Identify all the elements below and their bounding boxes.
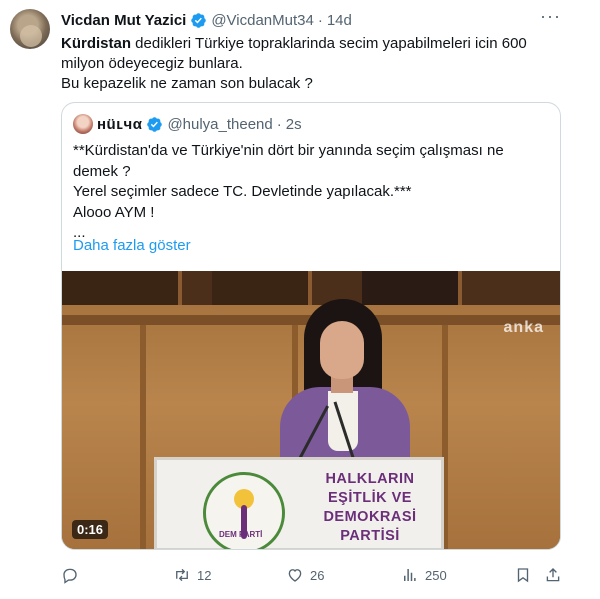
tweet-text: Kürdistan dedikleri Türkiye topraklarind… [61,34,561,94]
tweet-line-1: dedikleri Türkiye topraklarinda secim ya… [131,35,527,52]
share-icon [546,568,560,582]
tweet-bold-word[interactable]: Kürdistan [61,35,131,52]
heart-icon [288,569,302,582]
author-handle[interactable]: @VicdanMut34 [211,12,314,29]
retweet-icon [176,568,188,582]
quoted-avatar [73,114,93,134]
quoted-time: 2s [285,115,302,133]
show-more-link[interactable]: Daha fazla göster [73,237,191,254]
podium: DEM PARTİ HALKLARIN EŞİTLİK VE DEMOKRASİ… [154,457,444,549]
bookmark-icon [517,568,529,583]
wall-panel [62,271,182,305]
more-options-icon[interactable]: ··· [540,7,560,28]
retweet-count: 12 [197,567,212,583]
reply-button[interactable] [61,565,85,585]
author-avatar[interactable] [10,9,50,49]
tweet[interactable]: Vicdan Mut Yazici @VicdanMut34 · 14d ···… [0,0,600,599]
like-count: 26 [310,567,325,583]
author-name[interactable]: Vicdan Mut Yazici [61,12,186,29]
views-button[interactable]: 250 [401,565,447,585]
video-player[interactable]: DEM PARTİ HALKLARIN EŞİTLİK VE DEMOKRASİ… [62,271,560,549]
podium-line: HALKLARIN [325,471,415,487]
video-duration: 0:16 [72,520,109,539]
quoted-header: нüʟчα @hulya_theend · 2s [73,113,302,135]
tweet-line-2: milyon ödeyecegiz bunlara. [61,55,243,72]
quoted-line: demek ? [73,162,131,180]
bookmark-button[interactable] [514,565,532,585]
speaker-face [320,321,364,379]
retweet-button[interactable]: 12 [173,565,211,585]
wood-column [140,325,146,549]
share-button[interactable] [544,565,562,585]
podium-line: PARTİSİ [340,528,400,544]
tweet-line-3: Bu kepazelik ne zaman son bulacak ? [61,75,313,92]
quoted-text: **Kürdistan'da ve Türkiye'nin dört bir y… [73,141,553,244]
quoted-tweet[interactable]: нüʟчα @hulya_theend · 2s **Kürdistan'da … [61,102,561,550]
separator-dot: · [317,11,323,29]
video-watermark: anka [503,319,544,336]
tweet-header: Vicdan Mut Yazici @VicdanMut34 · 14d [61,10,352,30]
party-logo-label: DEM PARTİ [219,530,263,539]
views-chart-icon [404,569,416,581]
separator-dot: · [276,115,282,133]
like-button[interactable]: 26 [286,565,324,585]
quoted-name: нüʟчα [97,115,143,133]
podium-line: EŞİTLİK VE [328,490,412,506]
verified-badge-icon [147,116,163,132]
tweet-time[interactable]: 14d [327,12,352,29]
quoted-line: **Kürdistan'da ve Türkiye'nin dört bir y… [73,142,504,159]
quoted-handle: @hulya_theend [167,115,273,133]
podium-text: HALKLARIN EŞİTLİK VE DEMOKRASİ PARTİSİ [305,470,435,546]
quoted-line: Aloоo AYM ! [73,203,155,221]
podium-line: DEMOKRASİ [323,509,417,525]
action-bar: 12 26 250 [61,565,561,585]
reply-icon [63,568,77,584]
quoted-line: Yerel seçimler sadece TC. Devletinde yap… [73,183,412,200]
views-count: 250 [425,567,447,583]
verified-badge-icon [191,12,207,28]
